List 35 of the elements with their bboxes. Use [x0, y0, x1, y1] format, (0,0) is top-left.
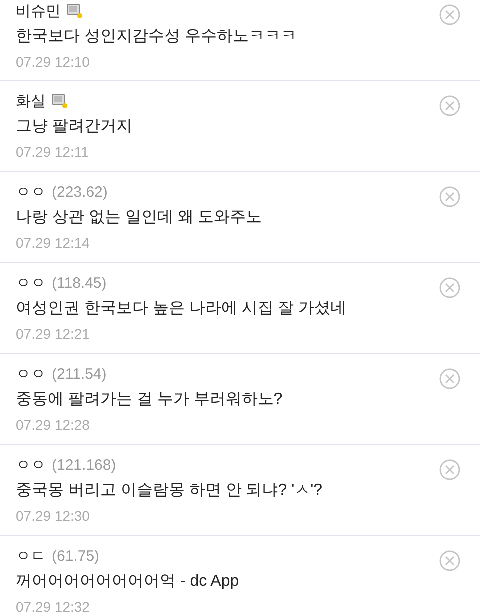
delete-icon[interactable]	[439, 277, 461, 299]
commenter-name: 화실	[16, 92, 46, 110]
comment-text: 꺼어어어어어어어어억 - dc App	[16, 572, 240, 592]
comment-time: 07.29 12:14	[16, 234, 91, 253]
comment-time: 07.29 12:28	[16, 416, 91, 435]
comment-time: 07.29 12:21	[16, 325, 91, 344]
comment-text: 나랑 상관 없는 일인데 왜 도와주노	[16, 208, 264, 228]
commenter-name: ㅇㅇ	[16, 456, 46, 474]
comment-time: 07.29 12:30	[16, 507, 91, 526]
comment-text: 여성인권 한국보다 높은 나라에 시집 잘 가셨네	[16, 299, 348, 319]
commenter-name: ㅇㄷ	[16, 546, 46, 566]
commenter-name: ㅇㅇ	[16, 274, 46, 292]
ip-address: (118.45)	[52, 274, 107, 292]
commenter-name: ㅇㅇ	[16, 364, 46, 384]
comment-text: 중동에 팔려가는 걸 누가 부러워하노?	[16, 390, 284, 410]
member-icon	[67, 4, 83, 18]
ip-address: (223.62)	[52, 184, 108, 200]
comment-time: 07.29 12:10	[16, 53, 91, 72]
delete-icon[interactable]	[439, 550, 461, 572]
commenter-name: 비슈민	[16, 2, 61, 20]
comment-text: 중국몽 버리고 이슬람몽 하면 안 되냐? 'ㅅ'?	[16, 481, 324, 501]
comment-text: 그냥 팔려간거지	[16, 117, 134, 137]
comment-time: 07.29 12:32	[16, 598, 91, 616]
delete-icon[interactable]	[439, 459, 461, 481]
member-icon	[52, 94, 68, 108]
delete-icon[interactable]	[439, 186, 461, 208]
ip-address: (61.75)	[52, 548, 100, 564]
comment-time: 07.29 12:11	[16, 143, 90, 162]
commenter-name: ㅇㅇ	[16, 182, 46, 202]
delete-icon[interactable]	[439, 95, 461, 117]
delete-icon[interactable]	[439, 4, 461, 26]
delete-icon[interactable]	[439, 368, 461, 390]
comment-text: 한국보다 성인지감수성 우수하노ㅋㅋㅋ	[16, 27, 298, 47]
ip-address: (211.54)	[52, 366, 107, 382]
ip-address: (121.168)	[52, 456, 116, 474]
